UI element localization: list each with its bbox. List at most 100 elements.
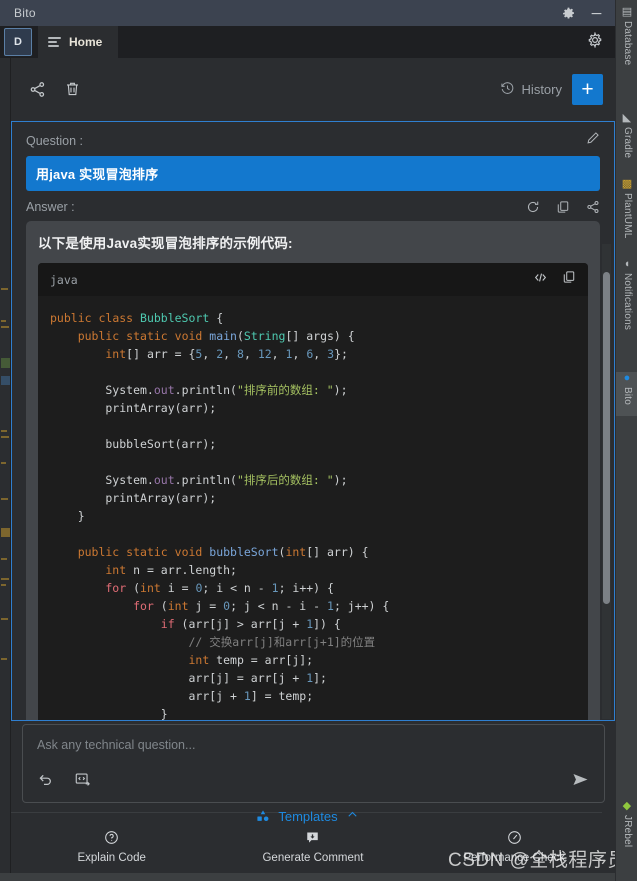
toolwindow-gradle[interactable]: ◣ Gradle [616,112,637,172]
pencil-icon[interactable] [586,131,600,150]
code-line: int[] arr = {5, 2, 8, 12, 1, 6, 3}; [50,347,348,361]
jrebel-icon: ◆ [622,800,632,812]
action-label: Explain Code [77,852,146,864]
copy-icon[interactable] [556,200,570,214]
code-line: if (arr[j] > arr[j + 1]) { [50,617,341,631]
answer-text: 以下是使用Java实现冒泡排序的示例代码: [38,236,293,251]
action-label: Performance Check [463,852,566,864]
history-button[interactable]: History [500,81,562,99]
code-line: int n = arr.length; [50,563,237,577]
code-block-actions [533,270,576,290]
share-icon[interactable] [29,81,46,98]
avatar-letter: D [14,36,22,48]
code-line: } [50,707,168,721]
code-line: for (int j = 0; j < n - i - 1; j++) { [50,599,390,613]
insert-code-icon[interactable] [74,771,91,793]
chat-scrollbar-thumb[interactable] [603,272,610,604]
toolbar-right-group: History + [500,74,603,105]
toolwindow-label: PlantUML [622,193,633,239]
templates-toggle[interactable]: Templates [0,808,615,824]
share-icon[interactable] [586,200,600,214]
settings-gear-icon[interactable] [587,30,603,53]
code-line: public static void main(String[] args) { [50,329,355,343]
bito-icon: ● [623,372,631,384]
code-content[interactable]: public class BubbleSort { public static … [38,296,588,721]
window-titlebar: Bito [0,0,615,26]
answer-label: Answer : [26,200,75,214]
action-generate-comment[interactable]: Generate Comment [212,830,413,864]
toolwindow-database[interactable]: ▤ Database [616,6,637,104]
templates-icon [256,809,270,823]
toolwindow-notifications[interactable]: ◖ Notifications [616,258,637,366]
code-line: System.out.println("排序后的数组: "); [50,473,348,487]
tab-home-label: Home [69,35,103,49]
code-line: bubbleSort(arr); [50,437,217,451]
new-chat-button[interactable]: + [572,74,603,105]
question-bubble: 用java 实现冒泡排序 [26,156,600,191]
menu-lines-icon [48,37,61,47]
code-line: } [50,509,85,523]
undo-icon[interactable] [37,771,54,793]
code-line: System.out.println("排序前的数组: "); [50,383,348,397]
code-line: for (int i = 0; i < n - 1; i++) { [50,581,334,595]
trash-icon[interactable] [64,81,81,98]
quick-actions: Explain Code Generate Comment Performanc… [11,830,615,864]
send-icon[interactable] [571,770,590,794]
action-label: Generate Comment [262,852,364,864]
toolwindow-jrebel[interactable]: ◆ JRebel [616,800,637,878]
copy-icon[interactable] [562,270,576,289]
code-line: int temp = arr[j]; [50,653,314,667]
question-label: Question : [26,133,83,148]
code-line: // 交换arr[j]和arr[j+1]的位置 [50,635,376,649]
chat-scroll-area[interactable]: Question : 用java 实现冒泡排序 Answer : 以下是使用Ja… [11,121,615,721]
question-text: 用java 实现冒泡排序 [36,167,159,182]
gradle-elephant-icon: ◣ [622,112,632,124]
action-performance-check[interactable]: Performance Check [414,830,615,864]
templates-label: Templates [278,808,338,824]
bell-icon: ◖ [623,258,631,270]
plantuml-icon: ▩ [621,178,633,190]
ask-input-toolbar [23,770,604,794]
gear-icon[interactable] [561,6,575,20]
toolwindow-label: Bito [622,387,633,406]
toolwindow-label: JRebel [622,815,633,848]
code-language-label: java [50,272,78,287]
ask-input-box[interactable]: Ask any technical question... [22,724,605,803]
window-title: Bito [14,6,36,20]
ide-right-toolwindow-bar: ▤ Database ◣ Gradle ▩ PlantUML ◖ Notifications ●… [615,0,637,881]
editor-minimap-strip[interactable] [0,58,11,881]
toolwindow-label: Gradle [622,127,633,159]
question-header: Question : [12,122,614,156]
question-circle-icon [104,830,119,845]
code-block-header: java [38,263,588,296]
avatar[interactable]: D [4,28,32,56]
refresh-icon[interactable] [526,200,540,214]
code-line: public static void bubbleSort(int[] arr)… [50,545,369,559]
code-insert-icon[interactable] [533,270,548,290]
minimize-icon[interactable] [589,6,603,20]
history-label: History [521,82,562,97]
history-clock-icon [500,81,515,99]
speedometer-icon [507,830,522,845]
action-explain-code[interactable]: Explain Code [11,830,212,864]
chevron-up-icon [346,808,359,824]
window-controls [561,6,603,20]
database-icon: ▤ [621,6,633,18]
code-line: arr[j] = arr[j + 1]; [50,671,327,685]
plugin-tabbar: D Home [0,26,615,58]
new-chat-label: + [581,78,594,101]
tab-home[interactable]: Home [38,26,119,58]
chat-panel-toolbar: History + [11,58,615,121]
code-line: public class BubbleSort { [50,311,224,325]
code-line: arr[j + 1] = temp; [50,689,314,703]
answer-bubble: 以下是使用Java实现冒泡排序的示例代码: java public class … [26,221,600,721]
toolwindow-label: Notifications [622,273,633,331]
toolwindow-bito[interactable]: ● Bito [616,372,637,416]
ide-statusbar [0,873,615,881]
toolwindow-plantuml[interactable]: ▩ PlantUML [616,178,637,252]
ask-input-placeholder: Ask any technical question... [37,738,196,752]
